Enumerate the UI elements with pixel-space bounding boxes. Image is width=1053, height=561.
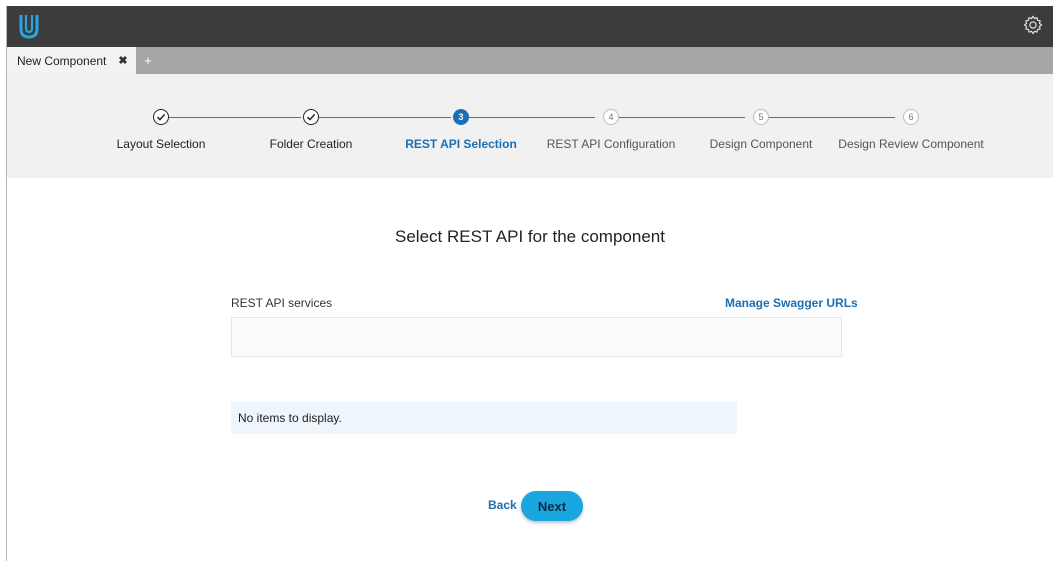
stepper: 3 4 5 6 Layout Selection Folder Creation… (7, 74, 1053, 178)
app-window: New Component ✖ + 3 4 5 6 Layout Selecti… (6, 6, 1053, 561)
tab-bar: New Component ✖ + (7, 47, 1053, 74)
step-connector (469, 117, 595, 118)
step-2-check-icon (303, 109, 319, 125)
step-1-check-icon (153, 109, 169, 125)
page-title: Select REST API for the component (395, 227, 665, 246)
rest-api-services-label: REST API services (231, 296, 333, 310)
gear-icon[interactable] (1022, 14, 1044, 36)
step-connector (769, 117, 895, 118)
step-label-layout-selection: Layout Selection (116, 137, 206, 151)
step-connector (319, 117, 451, 118)
manage-swagger-urls-link[interactable]: Manage Swagger URLs (725, 296, 858, 310)
step-4-marker: 4 (603, 109, 619, 125)
checkmark-icon (156, 113, 166, 121)
step-connector (619, 117, 745, 118)
add-tab-button[interactable]: + (140, 47, 156, 74)
back-button[interactable]: Back (488, 498, 517, 512)
u-logo-icon[interactable] (18, 12, 40, 42)
checkmark-icon (306, 113, 316, 121)
top-bar (7, 6, 1053, 47)
empty-list-message: No items to display. (231, 402, 737, 434)
step-5-marker: 5 (753, 109, 769, 125)
tab-new-component[interactable]: New Component ✖ (7, 47, 136, 74)
step-3-marker: 3 (453, 109, 469, 125)
step-label-design-component: Design Component (709, 137, 813, 151)
close-icon[interactable]: ✖ (118, 54, 127, 67)
step-label-folder-creation: Folder Creation (269, 137, 353, 151)
rest-api-services-input[interactable] (231, 317, 842, 357)
step-label-design-review-component: Design Review Component (838, 137, 984, 151)
step-label-rest-api-configuration: REST API Configuration (546, 137, 676, 151)
tab-label: New Component (17, 53, 107, 68)
step-label-rest-api-selection: REST API Selection (405, 137, 517, 151)
next-button[interactable]: Next (521, 491, 583, 521)
step-connector (169, 117, 301, 118)
step-6-marker: 6 (903, 109, 919, 125)
